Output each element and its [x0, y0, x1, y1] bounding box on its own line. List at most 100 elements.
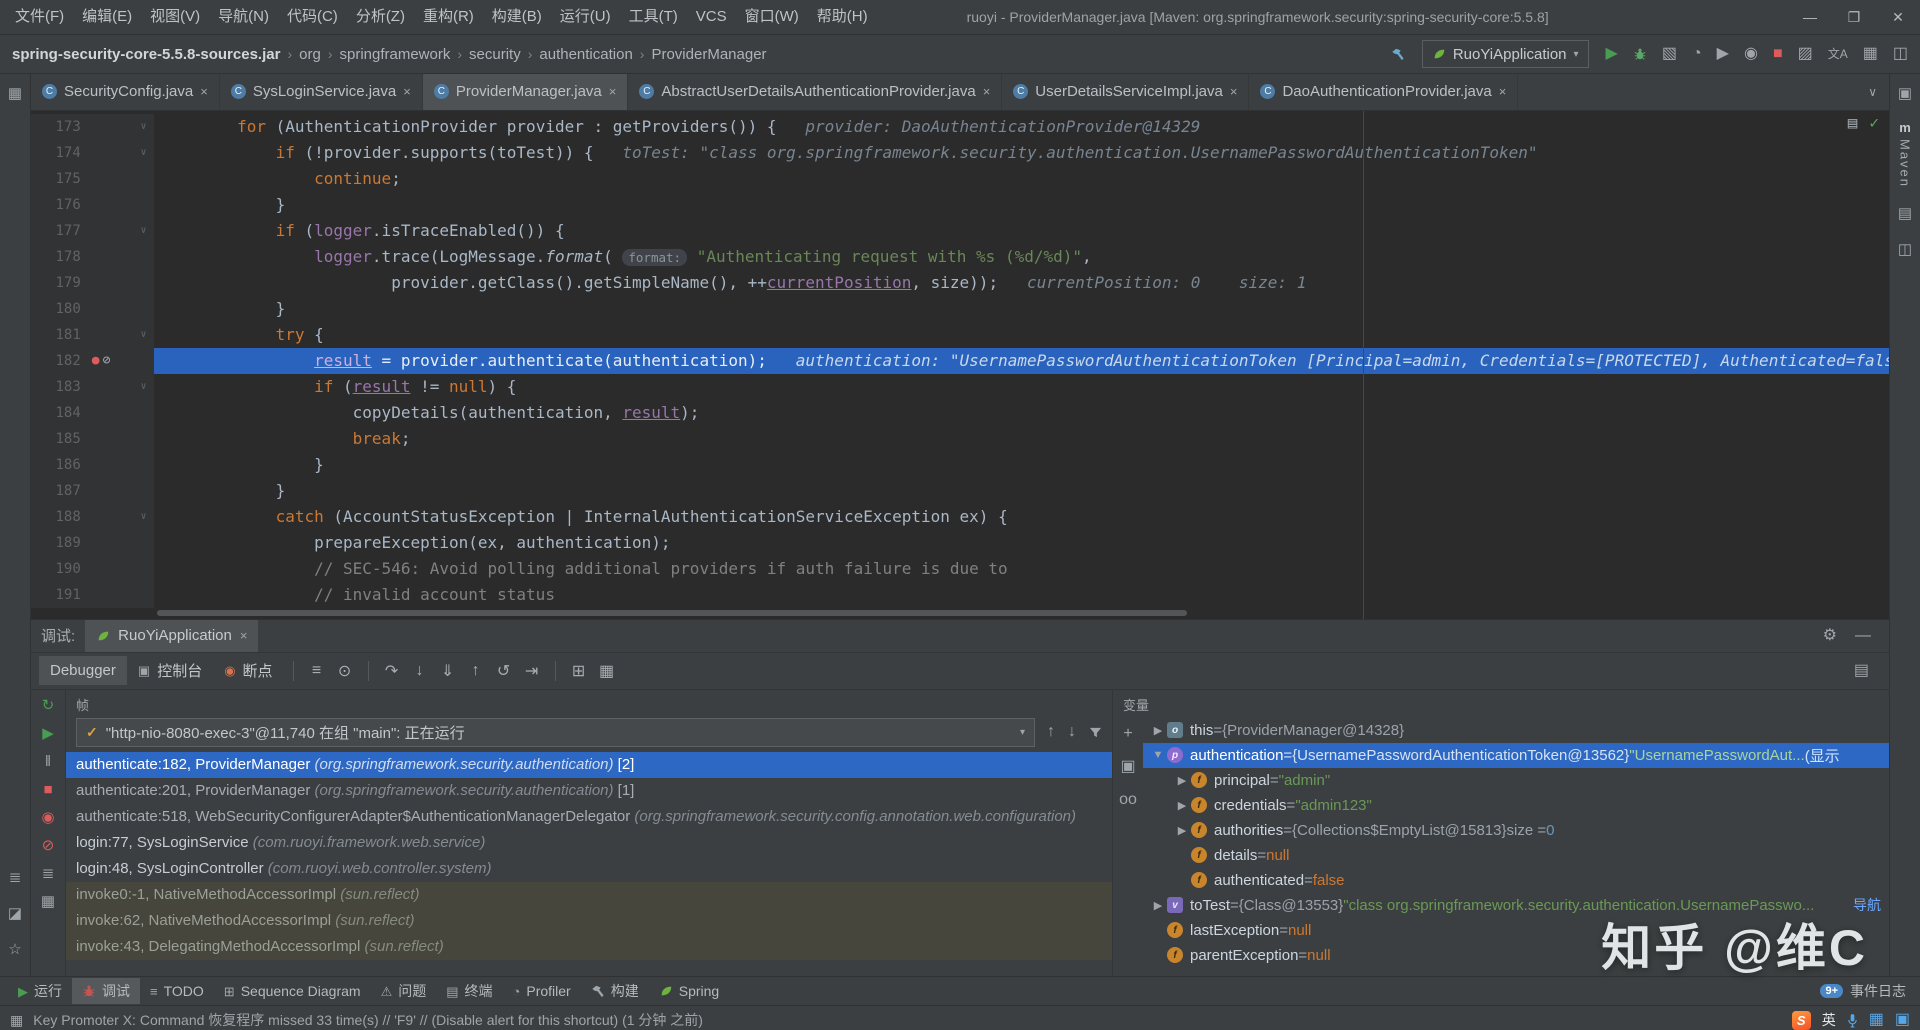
reader-mode-icon[interactable]: ▤ — [1848, 114, 1858, 131]
rerun-button[interactable]: ↻ — [42, 698, 55, 713]
mute-breakpoints-button[interactable]: ⊘ — [42, 838, 55, 853]
breakpoint-icon[interactable]: ● — [92, 348, 100, 374]
split-view-icon[interactable]: ◫ — [1893, 46, 1908, 62]
code-line[interactable]: 179 provider.getClass().getSimpleName(),… — [31, 269, 1889, 296]
frame-row[interactable]: login:77, SysLoginService (com.ruoyi.fra… — [66, 830, 1112, 856]
debug-button[interactable] — [1633, 47, 1647, 61]
menu-item[interactable]: 视图(V) — [141, 0, 209, 34]
breakpoint-cell[interactable] — [87, 322, 133, 348]
editor-tab[interactable]: C AbstractUserDetailsAuthenticationProvid… — [628, 74, 1003, 110]
variable-row[interactable]: f details = null — [1143, 843, 1889, 868]
menu-item[interactable]: 窗口(W) — [736, 0, 808, 34]
variable-row[interactable]: ▶ f authorities = {Collections$EmptyList@1… — [1143, 818, 1889, 843]
maven-logo-icon[interactable]: m — [1899, 120, 1911, 135]
fold-marker-icon[interactable] — [133, 296, 154, 322]
view-breakpoints-button[interactable]: ◉ — [41, 810, 54, 825]
fold-marker-icon[interactable] — [133, 478, 154, 504]
ime-mode-label[interactable]: 英 — [1822, 1010, 1836, 1030]
thread-dump-button[interactable]: ≣ — [42, 866, 55, 881]
frame-row[interactable]: authenticate:201, ProviderManager (org.s… — [66, 778, 1112, 804]
add-watch-button[interactable]: + — [1123, 725, 1132, 742]
breadcrumb-item[interactable]: authentication — [539, 46, 632, 63]
step-out-button[interactable]: ↑ — [462, 662, 490, 680]
watches-glasses-icon[interactable]: oo — [1119, 791, 1137, 808]
breakpoint-cell[interactable] — [87, 582, 133, 608]
expand-arrow-icon[interactable]: ▶ — [1173, 824, 1191, 837]
variable-row[interactable]: ▶ f credentials = "admin123" — [1143, 793, 1889, 818]
fold-marker-icon[interactable] — [133, 582, 154, 608]
build-tool-button[interactable]: 构建 — [581, 978, 649, 1004]
fold-marker-icon[interactable] — [133, 166, 154, 192]
code-line[interactable]: 187 } — [31, 477, 1889, 504]
editor-tab[interactable]: C DaoAuthenticationProvider.java × — [1249, 74, 1519, 110]
spring-tool-button[interactable]: Spring — [649, 980, 729, 1002]
coverage-button[interactable]: ▧ — [1662, 46, 1677, 62]
profiler-button[interactable]: ◔ — [1692, 46, 1702, 62]
code-line[interactable]: 177 ∨ if (logger.isTraceEnabled()) { — [31, 217, 1889, 244]
fold-marker-icon[interactable]: ∨ — [133, 322, 154, 348]
code-line[interactable]: 173 ∨ for (AuthenticationProvider provide… — [31, 113, 1889, 140]
menu-item[interactable]: 重构(R) — [414, 0, 483, 34]
hide-panel-icon[interactable]: — — [1855, 627, 1871, 644]
breakpoint-cell[interactable] — [87, 270, 133, 296]
code-line[interactable]: 188 ∨ catch (AccountStatusException | Int… — [31, 503, 1889, 530]
step-over-button[interactable]: ↷ — [378, 661, 406, 681]
breakpoint-cell[interactable]: ● ⊘ — [87, 348, 133, 374]
editor-tab[interactable]: C UserDetailsServiceImpl.java × — [1002, 74, 1250, 110]
fold-marker-icon[interactable]: ∨ — [133, 374, 154, 400]
mute-renderers-button[interactable]: ≡ — [303, 662, 331, 680]
code-line[interactable]: 185 break; — [31, 425, 1889, 452]
variable-row[interactable]: f authenticated = false — [1143, 868, 1889, 893]
problems-tool-button[interactable]: ⚠ 问题 — [371, 978, 437, 1004]
menu-item[interactable]: VCS — [687, 0, 736, 34]
fold-marker-icon[interactable] — [133, 348, 154, 374]
build-hammer-icon[interactable] — [1391, 47, 1405, 61]
breakpoint-cell[interactable] — [87, 192, 133, 218]
code-line[interactable]: 189 prepareException(ex, authentication)… — [31, 529, 1889, 556]
breakpoint-cell[interactable] — [87, 504, 133, 530]
tool-window-switcher-icon[interactable]: ▦ — [10, 1012, 23, 1029]
variable-row[interactable]: ▶ o this = {ProviderManager@14328} — [1143, 718, 1889, 743]
breakpoint-cell[interactable] — [87, 296, 133, 322]
database-tool-button[interactable]: ▤ — [1898, 204, 1912, 222]
settings-gear-icon[interactable]: ⚙ — [1823, 627, 1837, 644]
code-line[interactable]: 190 // SEC-546: Avoid polling additional… — [31, 555, 1889, 582]
fold-marker-icon[interactable] — [133, 270, 154, 296]
run-with-profiler-button[interactable]: ▶ — [1717, 46, 1729, 62]
menu-item[interactable]: 导航(N) — [209, 0, 278, 34]
maximize-button[interactable]: ❐ — [1832, 0, 1876, 34]
editor-tab[interactable]: C SysLoginService.java × — [220, 74, 423, 110]
debug-view-tab[interactable]: ▣ 控制台 — [127, 654, 213, 687]
horizontal-scrollbar[interactable] — [157, 609, 1187, 616]
breakpoint-cell[interactable] — [87, 452, 133, 478]
breakpoint-cell[interactable] — [87, 244, 133, 270]
trace-stream-button[interactable]: ▦ — [593, 661, 621, 681]
breakpoint-cell[interactable] — [87, 140, 133, 166]
frame-row[interactable]: login:48, SysLoginController (com.ruoyi.… — [66, 856, 1112, 882]
copy-value-button[interactable]: ▣ — [1120, 758, 1135, 775]
attach-debugger-button[interactable]: ◉ — [1744, 46, 1758, 62]
fold-marker-icon[interactable]: ∨ — [133, 218, 154, 244]
bookmarks-tool-button[interactable]: ◪ — [8, 904, 22, 922]
fold-marker-icon[interactable] — [133, 426, 154, 452]
tab-close-icon[interactable]: × — [403, 84, 411, 99]
frame-row[interactable]: authenticate:518, WebSecurityConfigurerA… — [66, 804, 1112, 830]
tab-close-icon[interactable]: × — [1499, 84, 1507, 99]
code-line[interactable]: 191 // invalid account status — [31, 581, 1889, 608]
project-tool-button[interactable]: ▦ — [8, 84, 22, 102]
breadcrumb-item[interactable]: springframework — [339, 46, 450, 63]
window-tool-icon[interactable]: ▨ — [1798, 46, 1813, 62]
breadcrumb-item[interactable]: org — [299, 46, 321, 63]
previous-frame-button[interactable]: ↑ — [1047, 724, 1055, 740]
expand-arrow-icon[interactable]: ▶ — [1149, 724, 1167, 737]
fold-marker-icon[interactable] — [133, 452, 154, 478]
menu-item[interactable]: 构建(B) — [483, 0, 551, 34]
close-icon[interactable]: × — [240, 628, 248, 643]
debug-tool-button[interactable]: 调试 — [72, 978, 140, 1004]
fold-marker-icon[interactable] — [133, 400, 154, 426]
sequence-diagram-tool-button[interactable]: ⊞ Sequence Diagram — [214, 980, 371, 1002]
tab-close-icon[interactable]: × — [200, 84, 208, 99]
event-log-button[interactable]: 9+ 事件日志 — [1820, 981, 1912, 1001]
menu-item[interactable]: 代码(C) — [278, 0, 347, 34]
pause-button[interactable]: ‖ — [45, 754, 51, 769]
